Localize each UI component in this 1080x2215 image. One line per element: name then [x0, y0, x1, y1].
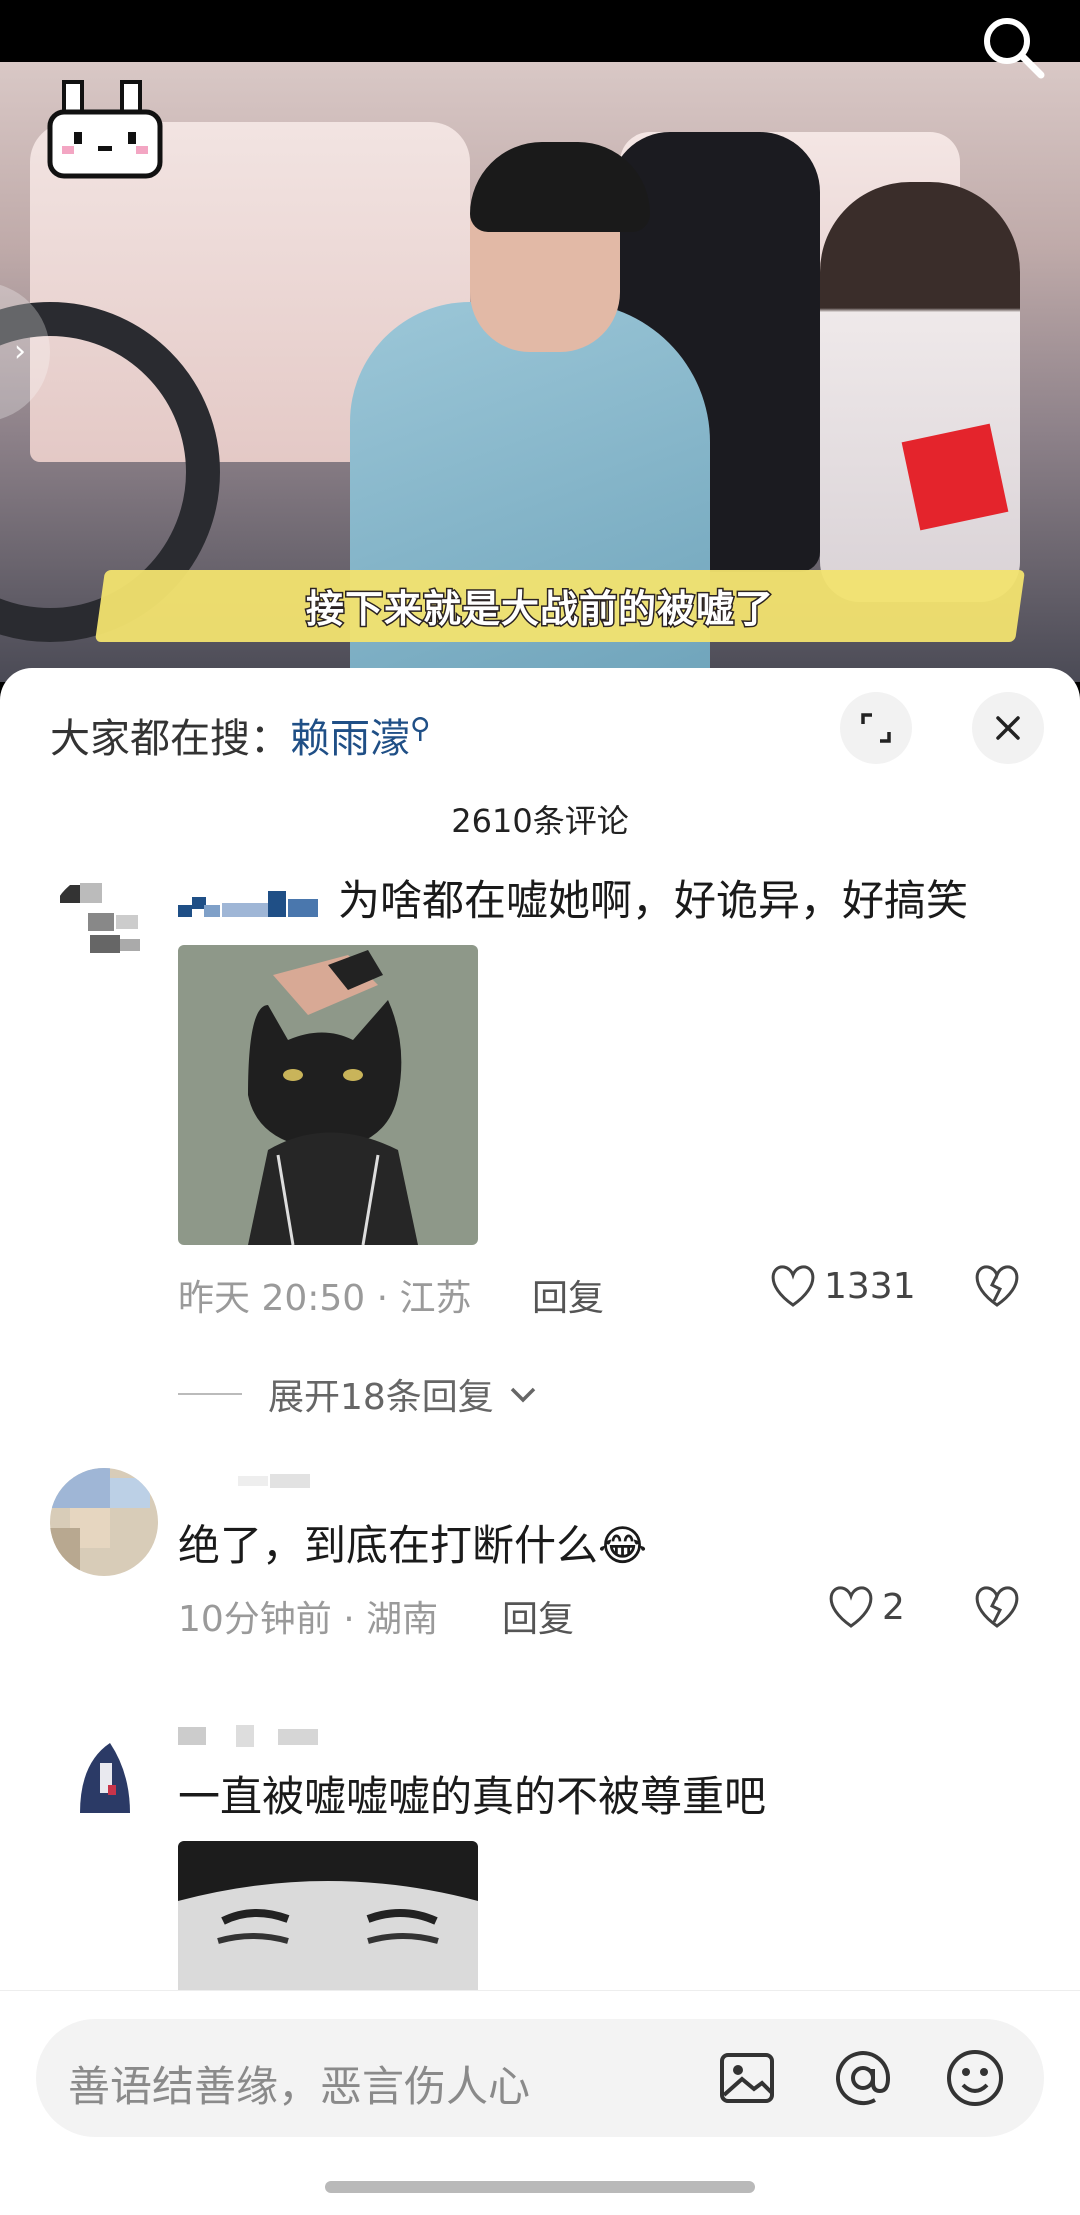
dislike-button[interactable]	[972, 1584, 1022, 1639]
avatar-image	[50, 1468, 158, 1576]
image-icon[interactable]	[714, 2045, 780, 2111]
comment-input-placeholder: 善语结善缘，恶言伤人心	[68, 2062, 531, 2111]
dislike-button[interactable]	[972, 1263, 1022, 1318]
keyword-search-icon: ⚲	[410, 711, 431, 745]
avatar[interactable]	[50, 1468, 158, 1576]
reply-button[interactable]: 回复	[532, 1269, 604, 1321]
red-object	[901, 423, 1009, 531]
comment-time-location: 昨天 20:50 · 江苏	[178, 1278, 472, 1319]
status-bar	[0, 0, 1080, 62]
comment-time-location: 10分钟前 · 湖南	[178, 1599, 439, 1640]
comment-input-bar: 善语结善缘，恶言伤人心	[0, 1990, 1080, 2215]
video-subtitle: 接下来就是大战前的被嘘了	[304, 586, 774, 633]
broken-heart-icon	[975, 1586, 1019, 1628]
avatar[interactable]	[50, 873, 158, 981]
avatar[interactable]	[50, 1723, 158, 1831]
close-icon	[996, 716, 1020, 740]
like-button[interactable]: 1331	[768, 1263, 916, 1309]
face-sticker	[178, 1841, 478, 2011]
comment-text: 绝了，到底在打断什么	[178, 1521, 599, 1570]
username-blurred[interactable]	[178, 1468, 338, 1498]
username-blurred[interactable]	[178, 1723, 338, 1753]
at-icon[interactable]	[830, 2045, 896, 2111]
hot-search-keyword[interactable]: 赖雨濛	[290, 716, 410, 762]
like-count: 2	[882, 1586, 905, 1628]
comment-text: 为啥都在嘘她啊，好诡异，好搞笑	[338, 876, 969, 925]
heart-icon	[829, 1586, 873, 1628]
heart-icon	[771, 1265, 815, 1307]
comment-sheet: 大家都在搜：赖雨濛⚲ 2610条评论 为啥都在嘘她啊，好诡异，好搞笑 昨天 20…	[0, 668, 1080, 2215]
like-count: 1331	[824, 1265, 916, 1307]
hot-search-prefix: 大家都在搜：	[50, 716, 290, 762]
expand-replies-button[interactable]: 展开18条回复	[178, 1368, 538, 1420]
expand-divider	[178, 1393, 242, 1395]
comment-count: 2610条评论	[451, 802, 629, 840]
comment-input[interactable]: 善语结善缘，恶言伤人心	[36, 2019, 1044, 2137]
expand-icon	[861, 713, 891, 743]
expand-replies-label: 展开18条回复	[268, 1377, 494, 1418]
close-button[interactable]	[972, 692, 1044, 764]
chevron-down-icon	[510, 1387, 536, 1403]
laughing-emoji-icon: 😂	[598, 1521, 648, 1570]
like-button[interactable]: 2	[826, 1584, 905, 1630]
avatar-image	[50, 1723, 158, 1831]
emoji-icon[interactable]	[942, 2045, 1008, 2111]
black-cat-sticker	[178, 945, 478, 1245]
home-indicator[interactable]	[325, 2181, 755, 2193]
rabbit-logo-icon	[47, 80, 163, 179]
avatar-image	[50, 873, 158, 981]
hot-search-bar[interactable]: 大家都在搜：赖雨濛⚲	[50, 706, 431, 764]
comment-sticker-image[interactable]	[178, 1841, 478, 2011]
reply-button[interactable]: 回复	[502, 1590, 574, 1642]
expand-button[interactable]	[840, 692, 912, 764]
passenger-figure	[820, 182, 1020, 602]
search-icon[interactable]	[978, 12, 1048, 82]
comment-sticker-image[interactable]	[178, 945, 478, 1245]
comment-text: 一直被嘘嘘嘘的真的不被尊重吧	[178, 1772, 767, 1821]
broken-heart-icon	[975, 1265, 1019, 1307]
username-blurred[interactable]	[178, 881, 322, 921]
